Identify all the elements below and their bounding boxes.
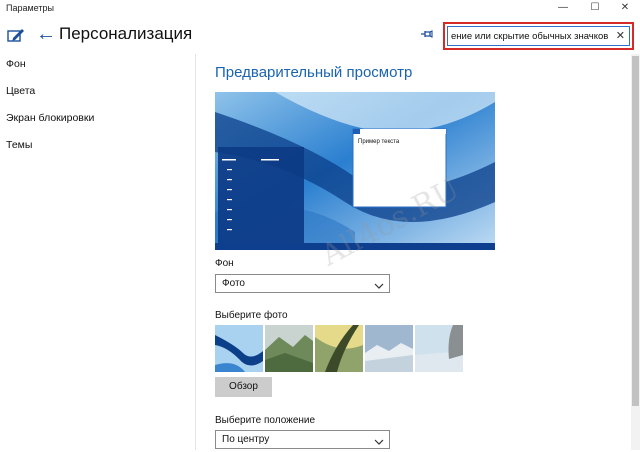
preview-sample-text: Пример текста (358, 139, 400, 145)
photo-thumbnail[interactable] (215, 325, 263, 372)
photo-thumbnail[interactable] (315, 325, 363, 372)
window-title: Параметры (6, 3, 54, 13)
search-input[interactable] (451, 28, 609, 44)
sidebar: Фон Цвета Экран блокировки Темы (0, 54, 196, 450)
photo-thumbnail[interactable] (365, 325, 413, 372)
sidebar-item-background[interactable]: Фон (6, 58, 26, 70)
chevron-down-icon (374, 435, 384, 445)
preview-title: Предварительный просмотр (215, 64, 413, 81)
choose-position-label: Выберите положение (215, 415, 316, 426)
browse-button[interactable]: Обзор (215, 377, 272, 397)
search-field[interactable]: ✕ (447, 26, 630, 46)
maximize-button[interactable]: ☐ (580, 0, 610, 16)
back-arrow-icon[interactable]: ← (36, 22, 56, 46)
background-dropdown-value: Фото (222, 278, 245, 289)
photo-thumbnail[interactable] (265, 325, 313, 372)
scrollbar-thumb[interactable] (632, 56, 639, 406)
close-icon[interactable]: ✕ (616, 29, 625, 43)
minimize-button[interactable]: — (548, 0, 578, 16)
pin-icon[interactable] (419, 27, 433, 41)
background-label: Фон (215, 258, 234, 269)
title-bar: Параметры — ☐ ✕ (0, 0, 640, 16)
choose-photo-label: Выберите фото (215, 310, 288, 321)
close-window-button[interactable]: ✕ (610, 0, 640, 16)
position-dropdown-value: По центру (222, 434, 270, 445)
photo-thumbnail[interactable] (415, 325, 463, 372)
position-dropdown[interactable]: По центру (215, 430, 390, 449)
chevron-down-icon (374, 279, 384, 289)
background-dropdown[interactable]: Фото (215, 274, 390, 293)
page-title: Персонализация (59, 24, 193, 43)
sidebar-item-lock-screen[interactable]: Экран блокировки (6, 112, 94, 124)
sidebar-item-colors[interactable]: Цвета (6, 85, 35, 97)
sidebar-item-themes[interactable]: Темы (6, 139, 32, 151)
pen-window-icon[interactable] (6, 25, 26, 45)
photo-thumbnails (215, 325, 463, 372)
